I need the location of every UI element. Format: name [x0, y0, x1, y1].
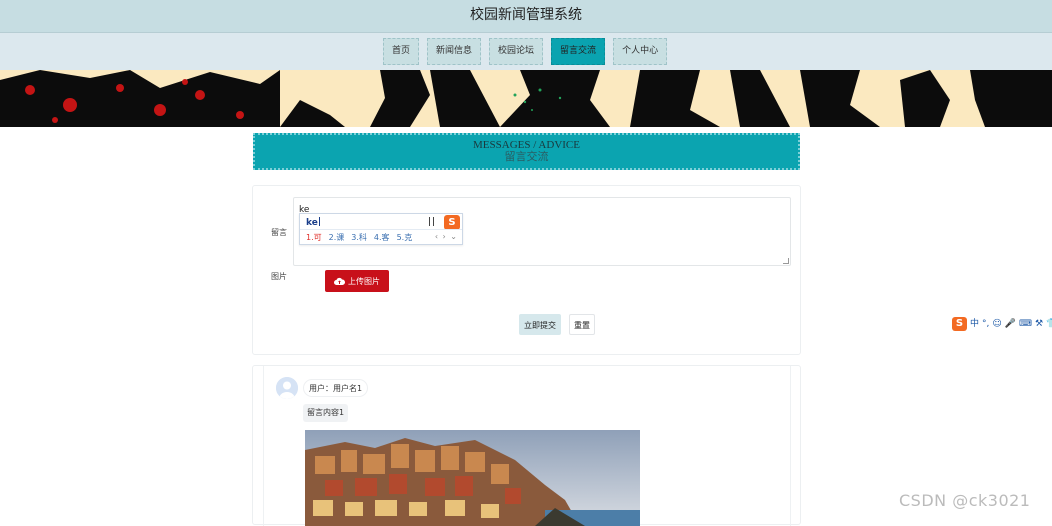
nav-item-forum[interactable]: 校园论坛 — [489, 38, 544, 65]
submit-button[interactable]: 立即提交 — [519, 314, 561, 335]
sogou-logo-icon[interactable]: S — [952, 316, 967, 331]
message-content: 留言内容1 — [303, 404, 349, 422]
message-form: 留言 ke ke S 1.可 2.课 3.科 4.客 5.克 ‹ › ⌄ 图片 … — [252, 185, 801, 355]
message-image — [305, 430, 640, 526]
nav-menu: 首页 新闻信息 校园论坛 留言交流 个人中心 — [383, 38, 668, 65]
nav-item-messages[interactable]: 留言交流 — [551, 38, 606, 65]
emoji-icon[interactable]: ☺ — [992, 317, 1001, 331]
ime-candidate[interactable]: 3.科 — [351, 232, 367, 243]
upload-label: 上传图片 — [348, 276, 380, 286]
ime-candidate[interactable]: 2.课 — [329, 232, 345, 243]
ime-divider — [300, 229, 462, 230]
nav-bar: 首页 新闻信息 校园论坛 留言交流 个人中心 — [0, 33, 1052, 70]
section-title-en: MESSAGES / ADVICE — [473, 139, 580, 151]
text-cursor-icon — [429, 217, 434, 226]
section-heading: MESSAGES / ADVICE 留言交流 — [253, 133, 800, 170]
microphone-icon[interactable]: 🎤 — [1005, 317, 1016, 331]
site-title: 校园新闻管理系统 — [470, 7, 582, 23]
ime-toolbar[interactable]: S 中 °, ☺ 🎤 ⌨ ⚒ 👕 — [952, 316, 1052, 331]
nav-item-news[interactable]: 新闻信息 — [427, 38, 482, 65]
message-author: 用户：用户名1 — [303, 379, 369, 397]
resize-handle[interactable] — [783, 258, 789, 264]
csdn-watermark: CSDN @ck3021 — [899, 491, 1031, 510]
ime-candidate[interactable]: 4.客 — [374, 232, 390, 243]
user-avatar-icon — [276, 377, 298, 399]
message-item: 用户：用户名1 留言内容1 — [263, 366, 791, 526]
message-list: 用户：用户名1 留言内容1 — [252, 365, 801, 526]
nav-item-home[interactable]: 首页 — [383, 38, 420, 65]
section-title-cn: 留言交流 — [504, 151, 549, 163]
avatar — [276, 377, 298, 399]
reset-button[interactable]: 重置 — [569, 314, 595, 335]
ime-pager-icon[interactable]: ‹ › ⌄ — [435, 232, 458, 241]
ime-candidates: 1.可 2.课 3.科 4.客 5.克 — [306, 232, 412, 243]
message-label: 留言 — [271, 228, 287, 237]
cloud-upload-icon — [334, 277, 345, 285]
ime-lang-toggle[interactable]: 中 — [970, 317, 979, 331]
tools-icon[interactable]: ⚒ — [1035, 317, 1043, 331]
upload-image-button[interactable]: 上传图片 — [325, 270, 389, 292]
ime-candidate[interactable]: 1.可 — [306, 232, 322, 243]
keyboard-icon[interactable]: ⌨ — [1019, 317, 1032, 331]
punctuation-icon[interactable]: °, — [982, 317, 989, 331]
ime-composition: ke — [306, 218, 318, 228]
banner-image — [0, 70, 1052, 127]
ime-candidate-popup: ke S 1.可 2.课 3.科 4.客 5.克 ‹ › ⌄ — [299, 213, 463, 245]
sogou-logo-icon: S — [444, 215, 460, 230]
top-bar: 校园新闻管理系统 — [0, 0, 1052, 33]
skin-icon[interactable]: 👕 — [1046, 317, 1052, 331]
nav-item-profile[interactable]: 个人中心 — [613, 38, 668, 65]
ime-candidate[interactable]: 5.克 — [397, 232, 413, 243]
image-label: 图片 — [271, 272, 287, 281]
